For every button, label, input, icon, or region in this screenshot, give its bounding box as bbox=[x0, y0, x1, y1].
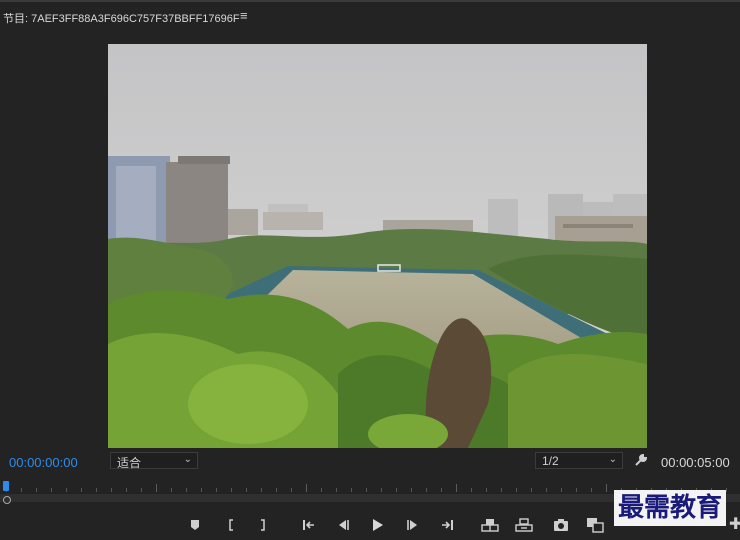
comparison-view-button[interactable] bbox=[586, 516, 604, 534]
step-forward-button[interactable] bbox=[404, 516, 422, 534]
chevron-down-icon: ⌄ bbox=[608, 454, 617, 465]
ruler-tick bbox=[576, 488, 577, 492]
zoom-scroll-handle[interactable] bbox=[3, 496, 11, 504]
mark-in-button[interactable] bbox=[222, 516, 240, 534]
ruler-tick bbox=[306, 484, 307, 492]
ruler-tick bbox=[81, 488, 82, 492]
play-icon bbox=[373, 519, 383, 531]
play-button[interactable] bbox=[368, 516, 386, 534]
hamburger-menu-icon[interactable]: ≡ bbox=[240, 8, 248, 23]
mark-out-button[interactable] bbox=[254, 516, 272, 534]
ruler-tick bbox=[141, 488, 142, 492]
ruler-tick bbox=[51, 488, 52, 492]
ruler-tick bbox=[261, 488, 262, 492]
lift-icon bbox=[481, 519, 499, 532]
step-forward-icon bbox=[407, 520, 417, 530]
ruler-tick bbox=[336, 488, 337, 492]
ruler-tick bbox=[516, 488, 517, 492]
ruler-tick bbox=[411, 488, 412, 492]
wrench-icon[interactable] bbox=[634, 453, 648, 470]
ruler-tick bbox=[486, 488, 487, 492]
playback-resolution-select[interactable]: 1/2 ⌄ bbox=[535, 452, 623, 469]
ruler-tick bbox=[126, 488, 127, 492]
step-back-icon bbox=[339, 520, 349, 530]
marker-button[interactable] bbox=[186, 516, 204, 534]
video-frame-image bbox=[108, 44, 647, 448]
program-monitor-title[interactable]: 节目: 7AEF3FF88A3F696C757F37BBFF17696F bbox=[3, 10, 240, 26]
step-back-button[interactable] bbox=[334, 516, 352, 534]
playhead-marker[interactable] bbox=[3, 481, 9, 491]
ruler-tick bbox=[21, 488, 22, 492]
ruler-tick bbox=[591, 488, 592, 492]
ruler-tick bbox=[726, 488, 727, 492]
ruler-tick bbox=[276, 488, 277, 492]
extract-button[interactable] bbox=[515, 516, 533, 534]
ruler-tick bbox=[561, 488, 562, 492]
zoom-level-select[interactable]: 适合 ⌄ bbox=[110, 452, 198, 470]
add-button[interactable]: ✚ bbox=[729, 514, 740, 534]
program-monitor-panel: 节目: 7AEF3FF88A3F696C757F37BBFF17696F ≡ 0… bbox=[0, 0, 740, 540]
ruler-tick bbox=[381, 488, 382, 492]
go-to-out-icon bbox=[442, 520, 453, 530]
ruler-tick bbox=[156, 484, 157, 492]
watermark-logo: 最需教育 bbox=[614, 490, 727, 526]
ruler-tick bbox=[471, 488, 472, 492]
ruler-tick bbox=[501, 488, 502, 492]
ruler-tick bbox=[111, 488, 112, 492]
bracket-out-icon bbox=[261, 519, 265, 531]
ruler-tick bbox=[36, 488, 37, 492]
go-to-out-button[interactable] bbox=[438, 516, 456, 534]
ruler-tick bbox=[441, 488, 442, 492]
ruler-tick bbox=[321, 488, 322, 492]
ruler-tick bbox=[291, 488, 292, 492]
video-viewer bbox=[0, 32, 740, 448]
duration-timecode: 00:00:05:00 bbox=[661, 455, 730, 470]
playback-resolution-value: 1/2 bbox=[542, 454, 559, 468]
camera-icon bbox=[554, 519, 568, 531]
marker-icon bbox=[191, 520, 199, 530]
monitor-control-row: 00:00:00:00 适合 ⌄ 1/2 ⌄ 00:00:05:00 bbox=[0, 448, 740, 474]
ruler-tick bbox=[171, 488, 172, 492]
go-to-in-icon bbox=[303, 520, 314, 530]
ruler-tick bbox=[396, 488, 397, 492]
ruler-tick bbox=[186, 488, 187, 492]
ruler-tick bbox=[231, 488, 232, 492]
ruler-tick bbox=[216, 488, 217, 492]
ruler-tick bbox=[66, 488, 67, 492]
bracket-in-icon bbox=[229, 519, 233, 531]
lift-button[interactable] bbox=[481, 516, 499, 534]
panel-tab-bar: 节目: 7AEF3FF88A3F696C757F37BBFF17696F ≡ bbox=[0, 2, 740, 32]
ruler-tick bbox=[246, 488, 247, 492]
extract-icon bbox=[515, 518, 533, 532]
zoom-level-value: 适合 bbox=[117, 456, 142, 470]
chevron-down-icon: ⌄ bbox=[183, 454, 192, 465]
ruler-tick bbox=[366, 488, 367, 492]
ruler-tick bbox=[201, 488, 202, 492]
ruler-tick bbox=[426, 488, 427, 492]
go-to-in-button[interactable] bbox=[300, 516, 318, 534]
export-frame-button[interactable] bbox=[552, 516, 570, 534]
ruler-tick bbox=[531, 488, 532, 492]
ruler-tick bbox=[606, 484, 607, 492]
video-frame bbox=[108, 44, 647, 448]
ruler-tick bbox=[546, 488, 547, 492]
ruler-tick bbox=[351, 488, 352, 492]
comparison-view-icon bbox=[587, 518, 604, 533]
playhead-timecode[interactable]: 00:00:00:00 bbox=[9, 455, 78, 470]
ruler-tick bbox=[96, 488, 97, 492]
ruler-tick bbox=[456, 484, 457, 492]
